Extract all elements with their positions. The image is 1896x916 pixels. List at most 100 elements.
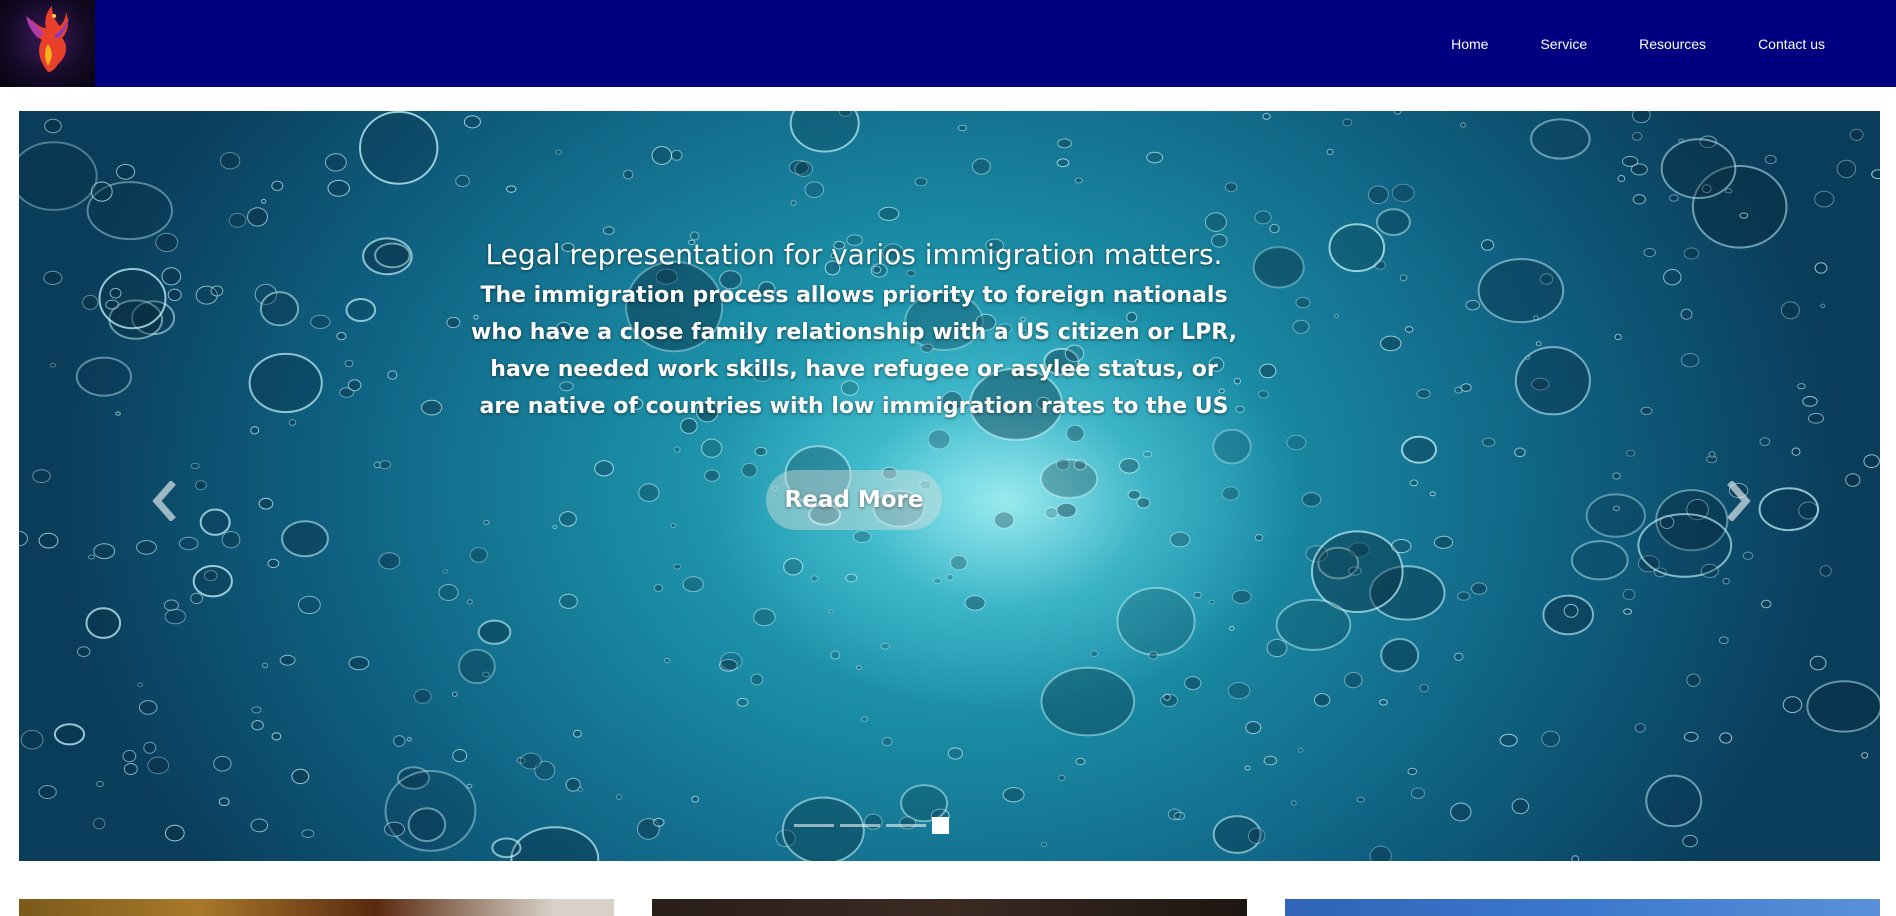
bubble-decoration xyxy=(1252,246,1305,289)
bubble-decoration xyxy=(271,180,284,192)
bubble-decoration xyxy=(1040,666,1136,737)
bubble-decoration xyxy=(1356,796,1365,803)
bubble-decoration xyxy=(1708,451,1716,458)
bubble-decoration xyxy=(1871,169,1880,180)
bubble-decoration xyxy=(1814,190,1835,208)
bubble-decoration xyxy=(1614,333,1622,341)
bubble-decoration xyxy=(1193,591,1202,599)
bubble-decoration xyxy=(638,483,660,503)
bubble-decoration xyxy=(1058,774,1066,782)
bubble-decoration xyxy=(519,752,542,770)
bubble-decoration xyxy=(1297,747,1304,753)
bubble-decoration xyxy=(1571,855,1580,861)
bubble-decoration xyxy=(1407,767,1418,776)
bubble-decoration xyxy=(195,480,207,491)
bubble-decoration xyxy=(336,332,347,341)
bubble-decoration xyxy=(1563,603,1579,618)
bubble-decoration xyxy=(1686,673,1701,687)
bubble-decoration xyxy=(1429,491,1436,497)
bubble-decoration xyxy=(1612,472,1621,480)
bubble-decoration xyxy=(147,756,170,775)
top-navbar: Home Service Resources Contact us xyxy=(0,0,1896,87)
bubble-decoration xyxy=(1399,274,1408,282)
bubble-decoration xyxy=(1806,680,1880,733)
bubble-decoration xyxy=(1471,582,1488,595)
bubble-decoration xyxy=(670,523,676,528)
bubble-decoration xyxy=(947,747,963,760)
bubble-decoration xyxy=(384,770,477,852)
nav-home-link[interactable]: Home xyxy=(1425,30,1514,58)
bubble-decoration xyxy=(1791,447,1801,456)
bubble-decoration xyxy=(673,446,681,453)
bubble-decoration xyxy=(1142,450,1153,458)
bubble-decoration xyxy=(615,794,623,800)
carousel-prev-button[interactable] xyxy=(144,471,184,531)
bubble-decoration xyxy=(1116,586,1196,656)
bubble-decoration xyxy=(442,569,449,574)
bubble-decoration xyxy=(164,824,185,842)
bubble-decoration xyxy=(1391,183,1415,203)
card-image-3[interactable] xyxy=(1285,899,1880,916)
bubble-decoration xyxy=(1245,721,1262,735)
hero-title: Legal representation for varios immigrat… xyxy=(485,238,1223,271)
bubble-decoration xyxy=(1229,626,1235,631)
bubble-decoration xyxy=(438,584,459,601)
bubble-decoration xyxy=(1056,458,1070,471)
phoenix-logo-icon[interactable] xyxy=(0,0,95,87)
bubble-decoration xyxy=(378,460,392,470)
bubble-decoration xyxy=(1719,732,1733,744)
bubble-decoration xyxy=(251,720,264,731)
bubble-decoration xyxy=(804,181,825,198)
bubble-decoration xyxy=(1044,507,1059,519)
bubble-decoration xyxy=(1683,247,1700,260)
bubble-decoration xyxy=(704,469,720,482)
bubble-decoration xyxy=(250,818,269,833)
bubble-decoration xyxy=(1725,188,1733,194)
bubble-decoration xyxy=(1477,258,1565,324)
carousel-next-button[interactable] xyxy=(1719,471,1759,531)
hero-caption: Legal representation for varios immigrat… xyxy=(449,235,1259,425)
bubble-decoration xyxy=(413,688,432,704)
carousel-indicator-3[interactable] xyxy=(886,824,926,827)
bubble-decoration xyxy=(1640,406,1653,415)
bubble-decoration xyxy=(161,267,182,286)
carousel-indicator-4[interactable] xyxy=(932,817,949,834)
bubble-decoration xyxy=(271,732,282,741)
bubble-decoration xyxy=(250,426,260,435)
bubble-decoration xyxy=(828,609,835,614)
bubble-decoration xyxy=(1184,676,1202,691)
bubble-decoration xyxy=(701,438,723,458)
card-image-1[interactable] xyxy=(19,899,614,916)
bubble-decoration xyxy=(344,359,354,368)
bubble-decoration xyxy=(794,160,814,177)
bubble-decoration xyxy=(682,576,704,593)
bubble-decoration xyxy=(359,111,439,185)
bubble-decoration xyxy=(691,795,700,803)
bubble-decoration xyxy=(754,446,768,457)
bubble-decoration xyxy=(1173,811,1186,821)
bubble-decoration xyxy=(228,213,247,228)
bubble-decoration xyxy=(1002,787,1025,803)
bubble-decoration xyxy=(1119,458,1140,474)
bubble-decoration xyxy=(1457,591,1471,601)
bubble-decoration xyxy=(1645,774,1703,828)
bubble-decoration xyxy=(49,362,57,368)
bubble-decoration xyxy=(1797,383,1806,390)
nav-service-link[interactable]: Service xyxy=(1514,30,1613,58)
bubble-decoration xyxy=(38,785,57,799)
carousel-indicator-1[interactable] xyxy=(794,824,834,827)
bubble-decoration xyxy=(455,174,471,188)
nav-resources-link[interactable]: Resources xyxy=(1613,30,1732,58)
card-image-2[interactable] xyxy=(652,899,1247,916)
carousel-indicator-2[interactable] xyxy=(840,824,880,827)
bubble-decoration xyxy=(1313,693,1331,707)
bubble-decoration xyxy=(393,735,406,747)
chevron-right-icon xyxy=(1727,481,1751,521)
read-more-button[interactable]: Read More xyxy=(766,470,942,530)
bubble-decoration xyxy=(573,729,582,738)
bubble-decoration xyxy=(163,599,179,611)
bubble-decoration xyxy=(1585,493,1646,538)
nav-contact-link[interactable]: Contact us xyxy=(1732,30,1851,58)
bubble-decoration xyxy=(1075,757,1086,766)
bubble-decoration xyxy=(1301,492,1322,507)
